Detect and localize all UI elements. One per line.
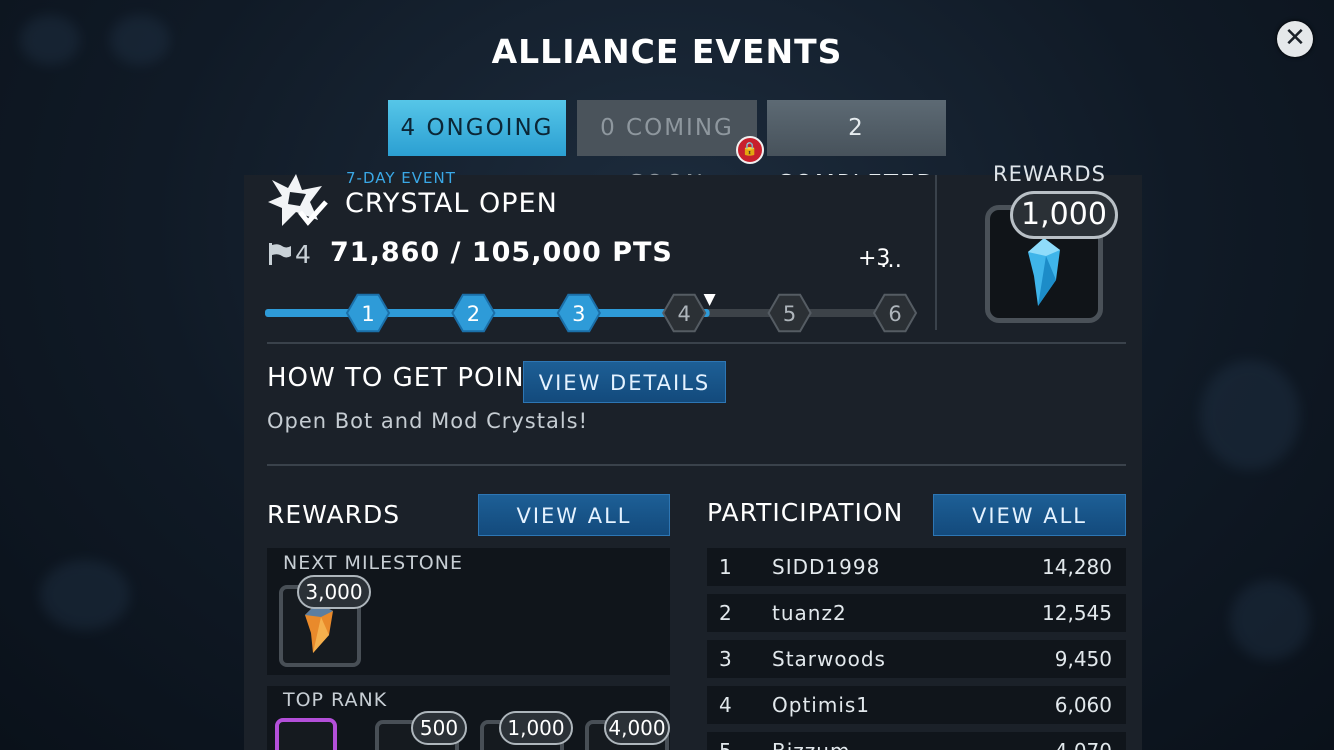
milestone-label: 4 bbox=[678, 302, 691, 326]
participation-row[interactable]: 1 SIDD1998 14,280 bbox=[707, 548, 1126, 586]
milestone-label: 6 bbox=[888, 302, 901, 326]
background-decor bbox=[1230, 580, 1310, 660]
divider bbox=[935, 175, 937, 330]
progress-marker-icon bbox=[703, 294, 716, 306]
participant-score: 14,280 bbox=[1042, 555, 1112, 579]
participant-score: 4,070 bbox=[1055, 739, 1112, 750]
milestone-label: 3 bbox=[572, 302, 585, 326]
close-icon: ✕ bbox=[1284, 23, 1306, 53]
top-rewards-label: REWARDS bbox=[993, 162, 1106, 186]
more-milestones: +3… bbox=[858, 246, 902, 273]
participant-rank: 5 bbox=[719, 739, 732, 750]
tab-ongoing[interactable]: 4 ONGOING bbox=[388, 100, 566, 156]
lock-icon: 🔒 bbox=[736, 136, 764, 164]
reward-amount: 1,000 bbox=[1010, 191, 1118, 239]
page-title: ALLIANCE EVENTS bbox=[491, 32, 843, 71]
tab-completed[interactable]: 2 COMPLETED bbox=[767, 100, 946, 197]
milestone-label: 1 bbox=[361, 302, 374, 326]
participant-rank: 3 bbox=[719, 647, 732, 671]
close-button[interactable]: ✕ bbox=[1277, 21, 1313, 57]
flag-icon bbox=[269, 243, 291, 265]
event-type-label: 7-DAY EVENT bbox=[346, 169, 456, 187]
participant-rank: 2 bbox=[719, 601, 732, 625]
top-rank-amount: 4,000 bbox=[604, 711, 670, 745]
participant-name: Optimis1 bbox=[772, 693, 871, 717]
points-heading: HOW TO GET POINTS bbox=[267, 363, 559, 393]
participation-row[interactable]: 2 tuanz2 12,545 bbox=[707, 594, 1126, 632]
divider bbox=[267, 342, 1126, 344]
next-milestone-label: NEXT MILESTONE bbox=[283, 552, 463, 574]
milestone-progress-track: 1 2 3 4 5 6 bbox=[265, 293, 918, 333]
participant-name: Bizzum bbox=[772, 739, 850, 750]
participant-rank: 4 bbox=[719, 693, 732, 717]
participation-view-all-button[interactable]: VIEW ALL bbox=[933, 494, 1126, 536]
tab-coming-soon[interactable]: 0 COMING SOON bbox=[577, 100, 757, 197]
milestone-label: 2 bbox=[467, 302, 480, 326]
divider bbox=[267, 464, 1126, 466]
top-rank-amount: 500 bbox=[411, 711, 467, 745]
participant-score: 6,060 bbox=[1054, 693, 1112, 717]
participation-row[interactable]: 4 Optimis1 6,060 bbox=[707, 686, 1126, 724]
alliance-rank: 4 bbox=[295, 240, 311, 269]
top-rank-label: TOP RANK bbox=[283, 689, 388, 711]
top-rank-reward-item[interactable] bbox=[275, 718, 337, 750]
participant-name: SIDD1998 bbox=[772, 555, 881, 579]
event-points: 71,860 / 105,000 PTS bbox=[330, 237, 673, 268]
participant-score: 9,450 bbox=[1054, 647, 1112, 671]
participation-row[interactable]: 3 Starwoods 9,450 bbox=[707, 640, 1126, 678]
participant-name: Starwoods bbox=[772, 647, 886, 671]
points-description: Open Bot and Mod Crystals! bbox=[267, 409, 589, 433]
participant-score: 12,545 bbox=[1042, 601, 1112, 625]
participant-name: tuanz2 bbox=[772, 601, 847, 625]
background-decor bbox=[1200, 360, 1300, 470]
background-decor bbox=[40, 560, 130, 630]
participation-heading: PARTICIPATION bbox=[707, 498, 904, 527]
milestone-label: 5 bbox=[783, 302, 796, 326]
participant-rank: 1 bbox=[719, 555, 732, 579]
view-details-button[interactable]: VIEW DETAILS bbox=[523, 361, 726, 403]
ellipsis-icon: … bbox=[880, 248, 902, 273]
event-crystal-icon bbox=[268, 174, 328, 226]
milestone-reward-amount: 3,000 bbox=[297, 575, 371, 609]
event-name: CRYSTAL OPEN bbox=[345, 188, 558, 219]
top-rank-amount: 1,000 bbox=[499, 711, 573, 745]
participation-row[interactable]: 5 Bizzum 4,070 bbox=[707, 732, 1126, 750]
rewards-heading: REWARDS bbox=[267, 500, 401, 529]
rewards-view-all-button[interactable]: VIEW ALL bbox=[478, 494, 670, 536]
